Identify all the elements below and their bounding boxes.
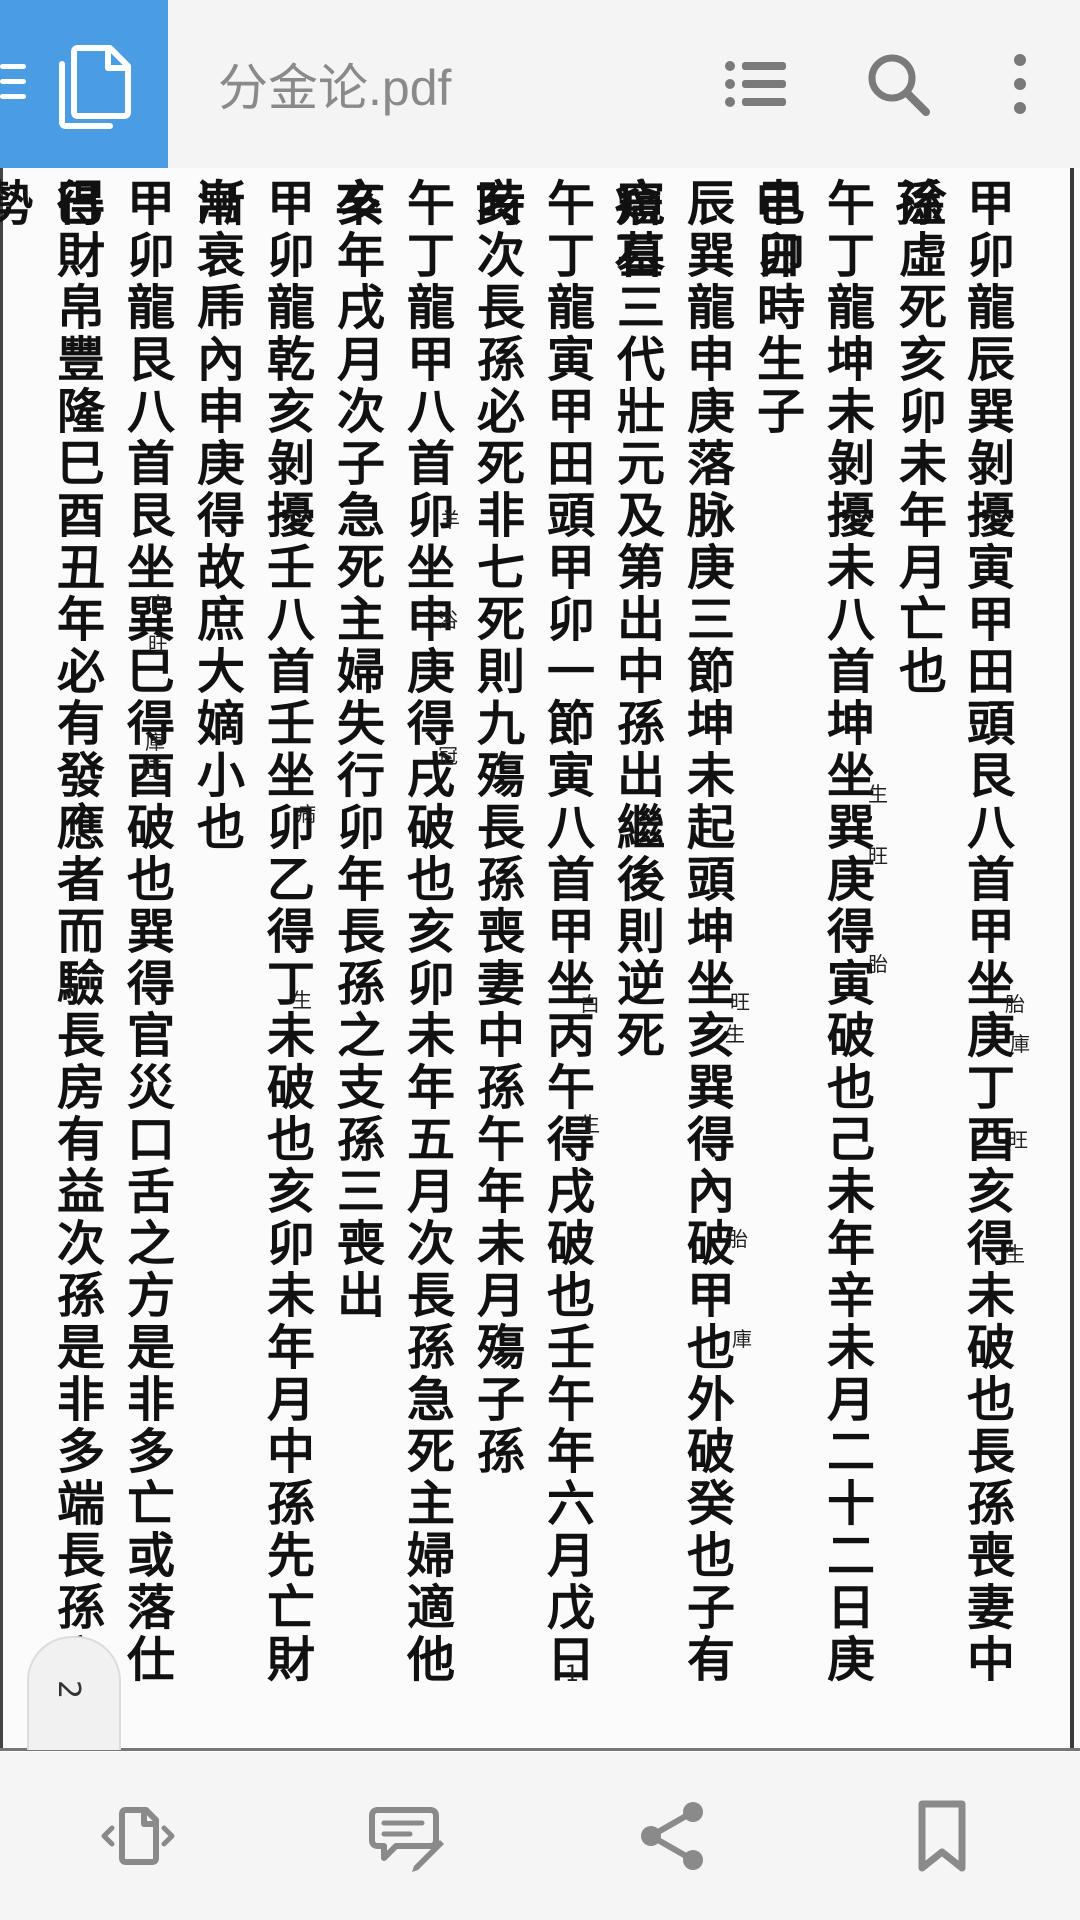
annotation: 胎	[868, 952, 888, 976]
annotation: 病	[296, 802, 316, 826]
bottom-toolbar	[0, 1752, 1080, 1920]
annotation: 旺	[730, 990, 750, 1014]
list-icon[interactable]	[720, 48, 792, 120]
text-column: 甲卯龍乾亥剝擾壬八首壬坐卯乙得丁未破也亥卯未年月中孫先亡財帛	[186, 178, 314, 1686]
annotation: 旺	[142, 757, 162, 781]
text-column: 時次長孫必死非七死則九殤長孫喪妻中孫午年未月殤子孫	[468, 178, 524, 1478]
page-indicator-tab[interactable]: 2	[27, 1636, 121, 1750]
comment-edit-icon[interactable]	[366, 1796, 446, 1876]
annotation: 庫	[145, 730, 165, 754]
bookmark-icon[interactable]	[902, 1796, 982, 1876]
documents-icon	[48, 40, 138, 130]
pdf-page[interactable]: 甲卯龍辰巽剝擾寅甲田頭艮八首甲坐庚丁酉亥得未破也長孫喪妻中孫 淦虛死亥卯未年月亡…	[0, 168, 1080, 1751]
annotation: 庫	[732, 1327, 752, 1351]
text-column: 午丁龍寅甲田頭甲卯一節寅八首甲坐丙午得戌破也壬午年六月戊日亥	[466, 178, 594, 1686]
text-column: 淦虛死亥卯未年月亡也	[890, 178, 946, 698]
text-column: 午丁龍甲八首卯坐申庚得戌破也亥卯未年五月次長孫急死主婦適他卒	[326, 178, 454, 1686]
text-column: 窺墓三代壯元及第出中孫出繼後則逆死	[608, 178, 664, 1062]
documents-button[interactable]	[0, 0, 168, 168]
annotation: 冠	[438, 744, 458, 768]
annotation: 旺	[148, 632, 168, 656]
annotation: 旺	[1008, 1128, 1028, 1152]
annotation: 旺	[868, 844, 888, 868]
text-columns: 甲卯龍辰巽剝擾寅甲田頭艮八首甲坐庚丁酉亥得未破也長孫喪妻中孫 淦虛死亥卯未年月亡…	[0, 178, 1030, 1698]
annotation: 生	[1005, 1242, 1025, 1266]
top-app-bar: 分金论.pdf	[0, 0, 1080, 168]
text-column: 漸衰乕內申庚得故庶大嫡小也	[188, 178, 244, 854]
annotation: 生	[292, 988, 312, 1012]
text-column: 辰巽龍申庚落脉庚三節坤未起頭坤坐亥巽得內破甲也外破癸也子有瘖石	[606, 178, 734, 1686]
annotation: 生	[868, 782, 888, 806]
annotation: 浴	[438, 608, 458, 632]
annotation: 白	[580, 992, 600, 1016]
annotation: 庫	[1010, 1032, 1030, 1056]
annotation: 生	[725, 1022, 745, 1046]
document-title: 分金论.pdf	[218, 60, 452, 116]
page-swap-icon[interactable]	[96, 1796, 176, 1876]
scan-edge	[1070, 168, 1074, 1748]
text-column: 甲卯龍辰巽剝擾寅甲田頭艮八首甲坐庚丁酉亥得未破也長孫喪妻中孫	[886, 178, 1014, 1686]
page-number: 1	[565, 1662, 579, 1687]
annotation: 官	[148, 592, 168, 616]
annotation: 羊	[440, 508, 460, 532]
search-icon[interactable]	[862, 48, 934, 120]
annotation: 胎	[728, 1227, 748, 1251]
menu-icon[interactable]	[0, 64, 26, 104]
text-column: 得財帛豐隆巳酉丑年必有發應者而驗長房有益次孫是非多端長孫亡勢	[0, 178, 104, 1686]
text-column: 甲卯龍艮八首艮坐巽巳得酉破也巽得官災口舌之方是非多亡或落仕巳	[46, 178, 174, 1686]
annotation: 生	[580, 1112, 600, 1136]
text-column: 午丁龍坤未剝擾未八首坤坐巽庚得寅破也己未年辛未月二十二日庚申日	[746, 178, 874, 1686]
scan-edge	[0, 168, 3, 1748]
share-icon[interactable]	[633, 1796, 713, 1876]
more-vert-icon[interactable]	[984, 48, 1056, 120]
text-column: 亥年戌月次子急死主婦失行卯年長孫之支孫三喪出	[328, 178, 384, 1322]
text-column: 己卯時生子	[748, 178, 804, 438]
page-indicator-label: 2	[51, 1679, 87, 1700]
annotation: 胎	[1005, 992, 1025, 1016]
